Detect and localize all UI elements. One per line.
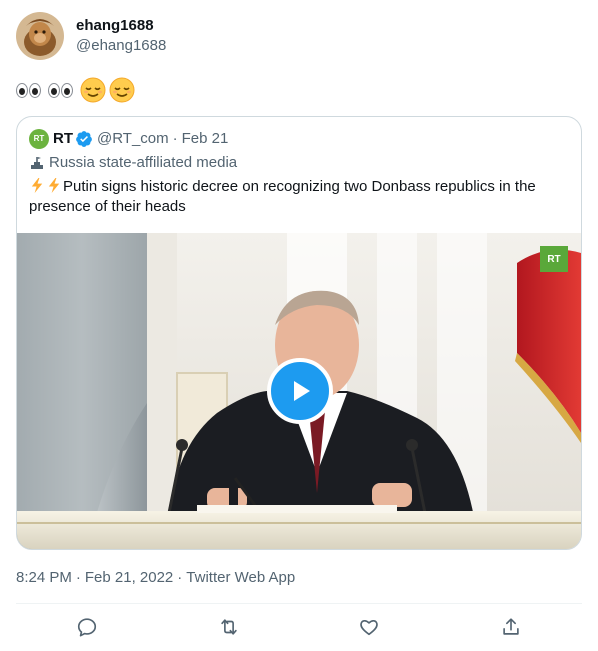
eyes-emoji [16, 82, 42, 98]
video-player[interactable]: RT [17, 233, 581, 549]
relieved-face-emoji [109, 77, 135, 103]
rt-avatar[interactable]: RT [29, 129, 49, 149]
quoted-handle[interactable]: @RT_com [97, 129, 169, 149]
tweet-header: ehang1688 @ehang1688 [16, 12, 166, 60]
quoted-display-name[interactable]: RT [53, 129, 73, 149]
affiliation-text: Russia state-affiliated media [49, 154, 238, 171]
user-handle[interactable]: @ehang1688 [76, 36, 166, 56]
quoted-tweet-header: RT RT @RT_com · Feb 21 [29, 129, 228, 149]
tweet-date[interactable]: Feb 21, 2022 [85, 568, 173, 588]
rt-watermark: RT [540, 246, 568, 272]
quoted-tweet-text: Putin signs historic decree on recognizi… [29, 177, 569, 217]
retweet-icon[interactable] [218, 616, 240, 638]
separator: · [177, 569, 183, 586]
lightning-emoji [31, 177, 43, 194]
tweet-source[interactable]: Twitter Web App [186, 568, 295, 588]
tweet-timestamp: 8:24 PM · Feb 21, 2022 · Twitter Web App [16, 568, 299, 588]
quoted-text-body: Putin signs historic decree on recognizi… [29, 178, 536, 215]
lightning-emoji [48, 177, 60, 194]
share-icon[interactable] [500, 616, 522, 638]
relieved-face-emoji [80, 77, 106, 103]
like-icon[interactable] [358, 616, 380, 638]
play-button[interactable] [267, 358, 333, 424]
eyes-emoji [48, 82, 74, 98]
podium-icon [31, 157, 43, 169]
divider [16, 603, 582, 604]
tweet-time[interactable]: 8:24 PM [16, 568, 72, 588]
quoted-date[interactable]: Feb 21 [182, 129, 229, 149]
play-icon [294, 381, 310, 401]
reply-icon[interactable] [76, 616, 98, 638]
avatar[interactable] [16, 12, 64, 60]
tweet-text [16, 76, 138, 104]
separator: · [75, 569, 81, 586]
state-affiliated-label[interactable]: Russia state-affiliated media [29, 153, 237, 173]
display-name[interactable]: ehang1688 [76, 16, 166, 36]
quoted-tweet[interactable]: RT RT @RT_com · Feb 21 Russia state-affi… [16, 116, 582, 550]
separator: · [172, 130, 178, 147]
verified-badge-icon [76, 131, 92, 147]
avatar-icon [16, 12, 64, 60]
action-bar [0, 612, 598, 644]
